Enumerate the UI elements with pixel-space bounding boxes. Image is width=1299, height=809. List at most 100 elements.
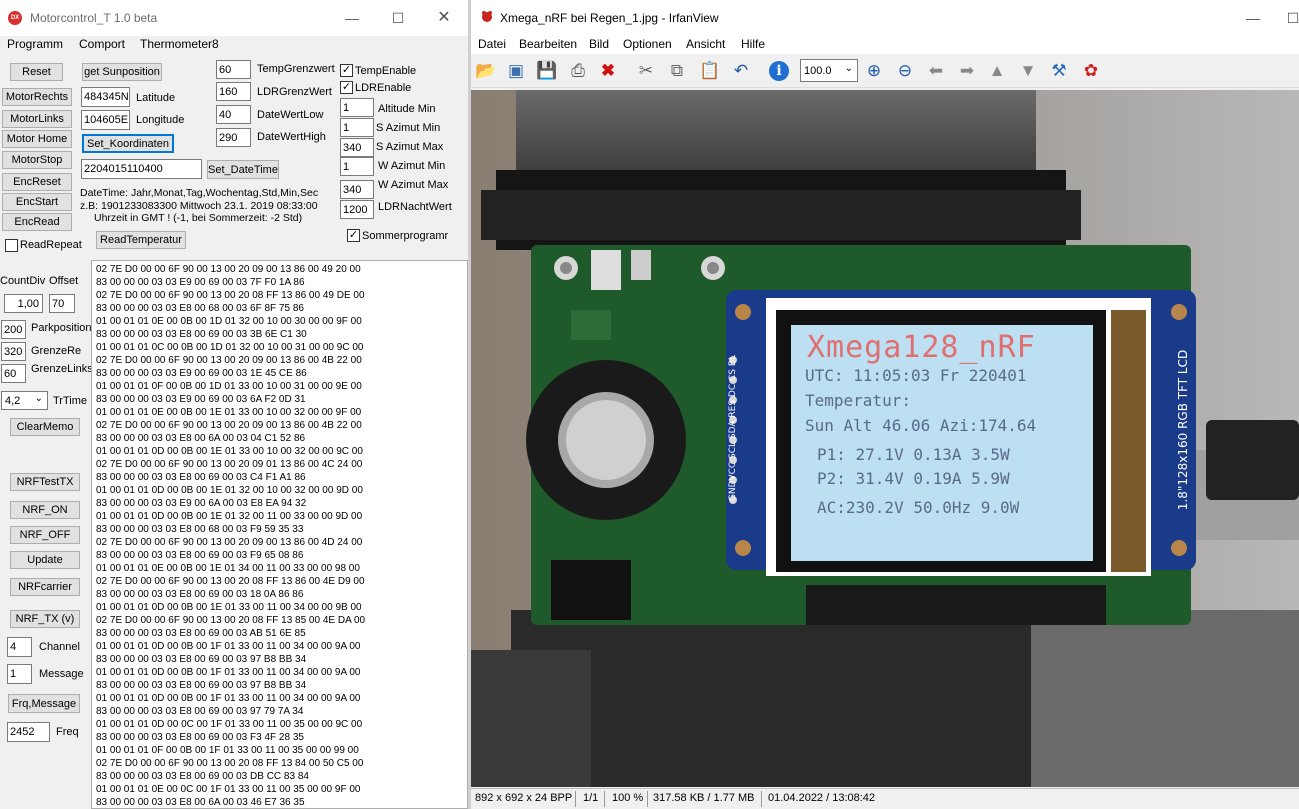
zoom-out-icon[interactable]: ⊖ [893,59,917,83]
datetime-input[interactable]: 2204015110400 [81,159,202,179]
trtime-select[interactable]: 4,2 ⌄ [1,391,48,410]
undo-icon[interactable]: ↶ [729,59,753,83]
menu-ansicht[interactable]: Ansicht [686,37,725,51]
menu-bild[interactable]: Bild [589,37,609,51]
maximize-icon[interactable]: ☐ [1283,8,1299,28]
set-datetime-button[interactable]: Set_DateTime [207,160,279,179]
save-icon[interactable]: 💾 [535,59,559,83]
altitude-min-input[interactable]: 1 [340,98,374,117]
enc-start-button[interactable]: EncStart [2,193,72,211]
thumbnails-icon[interactable]: ▣ [504,59,528,83]
motor-stop-button[interactable]: MotorStop [2,151,72,169]
cut-icon[interactable]: ✂ [634,59,658,83]
read-repeat-checkbox[interactable] [5,239,18,252]
grenze-re-input[interactable]: 320 [1,342,26,361]
delete-icon[interactable]: ✖ [596,59,620,83]
s-azimut-min-input[interactable]: 1 [340,118,374,137]
date-wert-high-input[interactable]: 290 [216,128,251,147]
maximize-icon[interactable]: ☐ [388,8,408,28]
get-sunposition-button[interactable]: get Sunposition [82,63,162,81]
menu-comport[interactable]: Comport [79,37,125,51]
count-div-input[interactable]: 1,00 [4,294,43,313]
previous-icon[interactable]: ⬅ [924,59,948,83]
menu-programm[interactable]: Programm [7,37,63,51]
menu-bar: Programm Comport Thermometer8 [0,36,468,56]
motor-links-button[interactable]: MotorLinks [2,110,72,128]
nrf-tx-v-button[interactable]: NRF_TX (v) [10,610,80,628]
ldr-grenzwert-input[interactable]: 160 [216,82,251,101]
s-azimut-min-label: S Azimut Min [376,122,441,134]
set-koordinaten-button[interactable]: Set_Koordinaten [82,134,174,153]
channel-input[interactable]: 4 [7,637,32,657]
menu-hilfe[interactable]: Hilfe [741,37,765,51]
info-icon[interactable]: i [767,59,791,83]
freq-input[interactable]: 2452 [7,722,50,742]
memo-line: 02 7E D0 00 00 6F 90 00 13 00 20 08 FF 1… [96,758,364,769]
datetime-info-line-3: Uhrzeit in GMT ! (-1, bei Sommerzeit: -2… [94,212,303,224]
longitude-input[interactable]: 104605E [81,110,130,130]
lcd-line-temperatur: Temperatur: [805,391,911,410]
message-input[interactable]: 1 [7,664,32,684]
read-temperatur-button[interactable]: ReadTemperatur [96,231,186,249]
memo-line: 83 00 00 00 03 03 E8 00 6A 00 03 04 C1 5… [96,433,306,444]
enc-read-button[interactable]: EncRead [2,213,72,231]
print-icon[interactable]: ⎙ [566,59,590,83]
frq-message-button[interactable]: Frq,Message [8,694,80,713]
settings-icon[interactable]: ⚒ [1047,59,1071,83]
zoom-in-icon[interactable]: ⊕ [862,59,886,83]
status-page: 1/1 [583,792,599,804]
ldr-nachtwert-label: LDRNachtWert [378,201,452,213]
reset-button[interactable]: Reset [10,63,63,81]
offset-input[interactable]: 70 [49,294,75,313]
nrf-test-tx-button[interactable]: NRFTestTX [10,473,80,491]
motor-home-button[interactable]: Motor Home [2,130,72,148]
parkposition-input[interactable]: 200 [1,320,26,339]
minimize-icon[interactable]: — [1243,8,1263,28]
ldr-nachtwert-input[interactable]: 1200 [340,200,374,219]
temp-enable-checkbox[interactable]: ✓ [340,64,353,77]
irfanview-app-icon [482,11,492,22]
memo-line: 01 00 01 01 0D 00 0B 00 1F 01 33 00 11 0… [96,693,361,704]
menu-bearbeiten[interactable]: Bearbeiten [519,37,577,51]
zoom-select[interactable]: 100.0 ⌄ [800,59,858,82]
memo-line: 02 7E D0 00 00 6F 90 00 13 00 20 08 FF 1… [96,576,365,587]
date-wert-low-input[interactable]: 40 [216,105,251,124]
irfanview-icon[interactable]: ✿ [1079,59,1103,83]
nrf-off-button[interactable]: NRF_OFF [10,526,80,544]
enc-reset-button[interactable]: EncReset [2,173,72,191]
latitude-input[interactable]: 484345N [81,87,130,107]
motor-rechts-button[interactable]: MotorRechts [2,88,72,106]
menu-optionen[interactable]: Optionen [623,37,672,51]
date-wert-high-label: DateWertHigh [257,131,326,143]
w-azimut-max-label: W Azimut Max [378,179,449,191]
output-memo[interactable]: 02 7E D0 00 00 6F 90 00 13 00 20 09 00 1… [91,260,468,809]
next-icon[interactable]: ➡ [955,59,979,83]
minimize-icon[interactable]: — [342,8,362,28]
memo-line: 83 00 00 00 03 03 E8 00 69 00 03 F3 4F 2… [96,732,304,743]
update-button[interactable]: Update [10,551,80,569]
nrf-on-button[interactable]: NRF_ON [10,501,80,519]
sommerprogramm-checkbox[interactable]: ✓ [347,229,360,242]
w-azimut-min-input[interactable]: 1 [340,157,374,176]
w-azimut-max-input[interactable]: 340 [340,180,374,199]
page-previous-icon[interactable]: ▲ [985,59,1009,83]
image-viewport[interactable]: Xmega128_nRF UTC: 11:05:03 Fr 220401 Tem… [471,90,1299,787]
menu-datei[interactable]: Datei [478,37,506,51]
nrf-carrier-button[interactable]: NRFcarrier [10,578,80,596]
clear-memo-button[interactable]: ClearMemo [10,418,80,436]
temp-grenzwert-input[interactable]: 60 [216,60,251,79]
paste-icon[interactable]: 📋 [698,59,722,83]
lcd-line-utc: UTC: 11:05:03 Fr 220401 [805,366,1027,385]
memo-line: 02 7E D0 00 00 6F 90 00 13 00 20 09 00 1… [96,420,362,431]
copy-icon[interactable]: ⧉ [665,59,689,83]
memo-line: 83 00 00 00 03 03 E9 00 69 00 03 1E 45 C… [96,368,307,379]
open-folder-icon[interactable]: 📂 [474,59,498,83]
page-next-icon[interactable]: ▼ [1016,59,1040,83]
grenze-links-input[interactable]: 60 [1,364,26,383]
s-azimut-max-input[interactable]: 340 [340,138,374,157]
menu-thermometer8[interactable]: Thermometer8 [140,37,219,51]
ldr-enable-checkbox[interactable]: ✓ [340,81,353,94]
status-dimensions: 892 x 692 x 24 BPP [475,792,573,804]
close-icon[interactable]: ✕ [434,8,454,28]
memo-line: 83 00 00 00 03 03 E8 00 69 00 03 97 B8 B… [96,680,307,691]
